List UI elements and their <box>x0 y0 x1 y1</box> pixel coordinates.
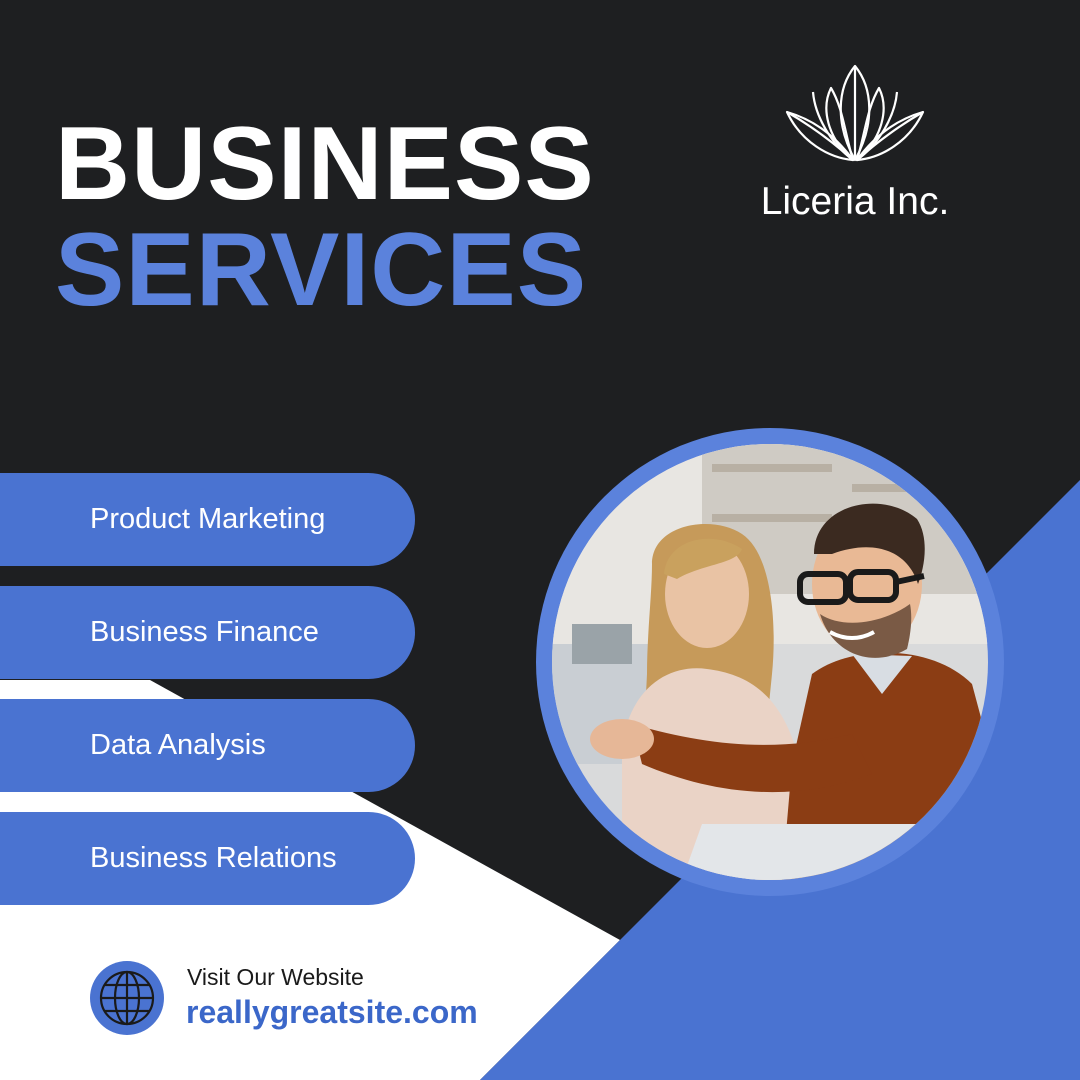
service-label: Data Analysis <box>90 729 266 761</box>
service-label: Business Relations <box>90 842 337 874</box>
service-product-marketing[interactable]: Product Marketing <box>0 473 415 566</box>
poster: BUSINESS SERVICES Liceria Inc. Product M… <box>0 0 1080 1080</box>
brand-logo: Liceria Inc. <box>745 62 965 224</box>
headline-business: BUSINESS <box>55 106 595 222</box>
lotus-icon <box>785 64 925 162</box>
team-photo-frame <box>536 428 1004 896</box>
service-business-relations[interactable]: Business Relations <box>0 812 415 905</box>
visit-website-label: Visit Our Website <box>187 964 364 990</box>
service-label: Product Marketing <box>90 503 326 535</box>
service-label: Business Finance <box>90 616 319 648</box>
headline-services: SERVICES <box>55 212 588 328</box>
website-url-link[interactable]: reallygreatsite.com <box>186 994 478 1031</box>
service-data-analysis[interactable]: Data Analysis <box>0 699 415 792</box>
team-meeting-photo <box>552 444 988 880</box>
brand-name: Liceria Inc. <box>760 180 950 223</box>
service-business-finance[interactable]: Business Finance <box>0 586 415 679</box>
globe-icon <box>90 961 164 1035</box>
